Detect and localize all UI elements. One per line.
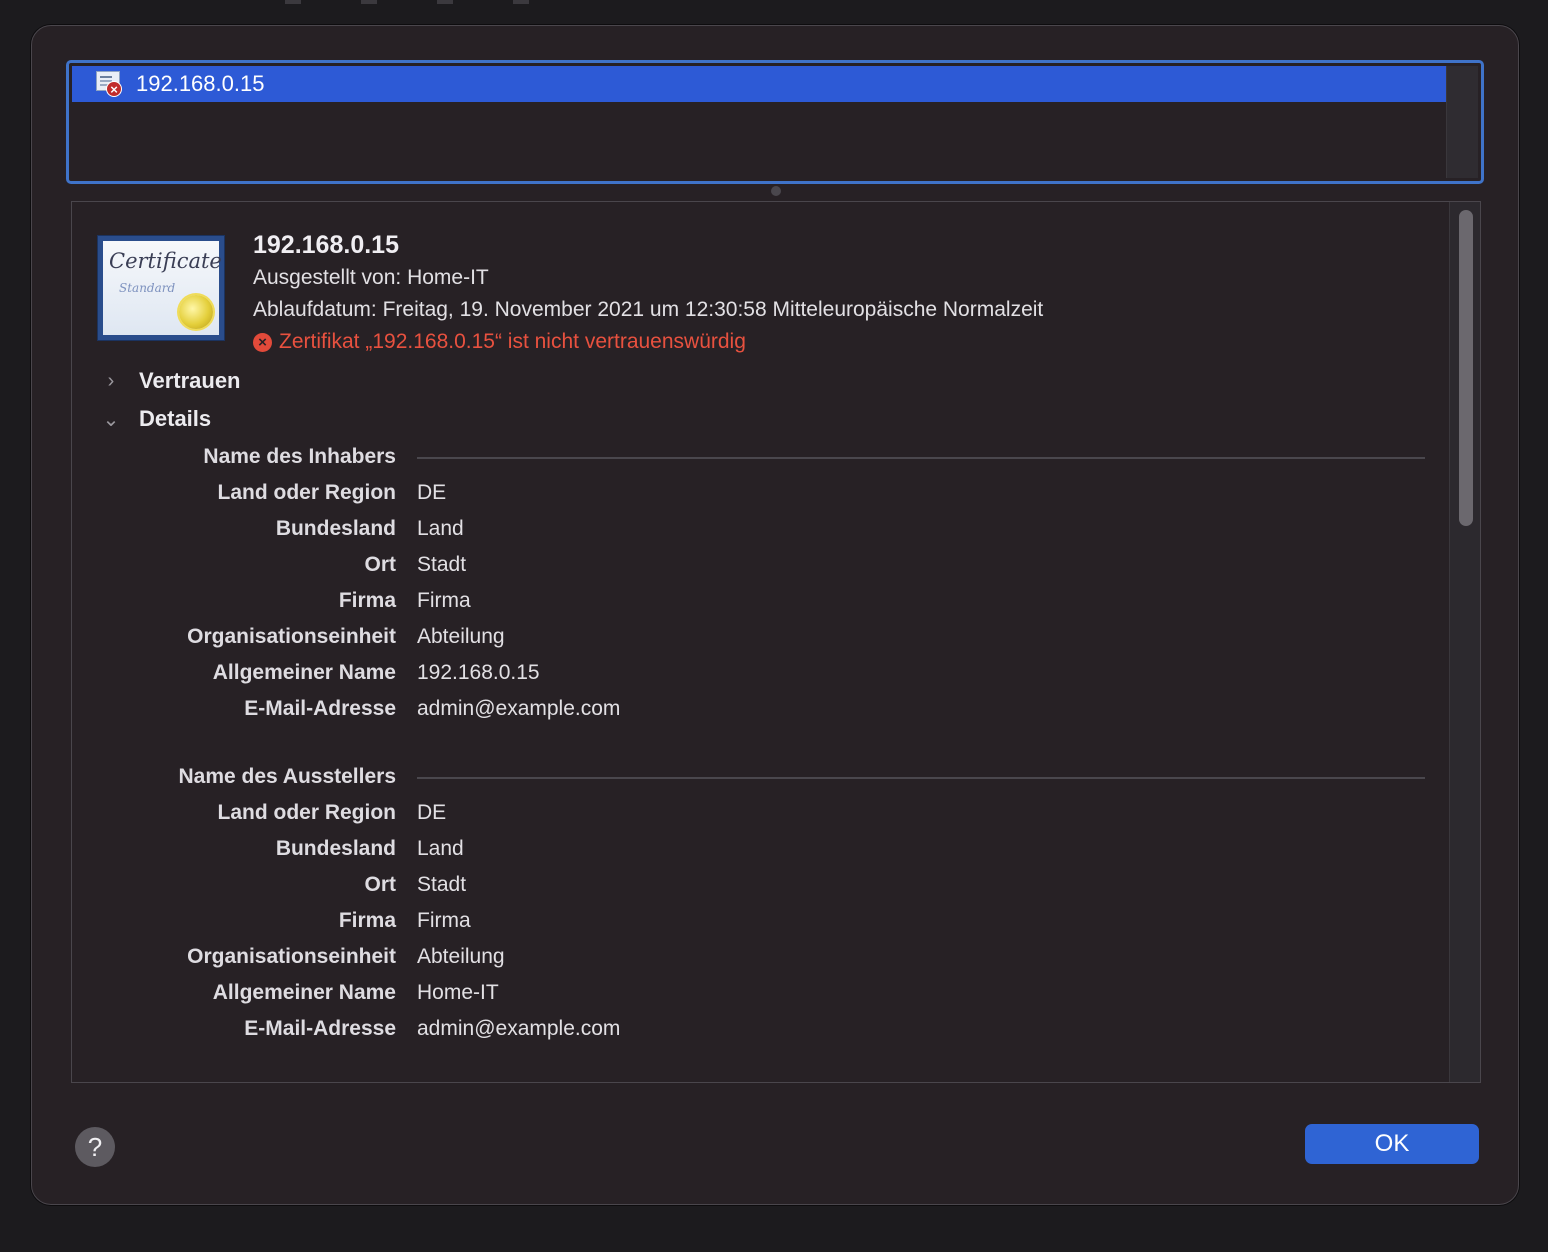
trust-label: Vertrauen bbox=[139, 368, 241, 393]
detail-row: E-Mail-Adresse admin@example.com bbox=[72, 691, 1452, 727]
error-x-icon: × bbox=[253, 332, 272, 352]
detail-key: Allgemeiner Name bbox=[212, 981, 396, 1004]
split-view-handle[interactable] bbox=[771, 186, 781, 196]
detail-key: E-Mail-Adresse bbox=[244, 697, 396, 720]
detail-key: Organisationseinheit bbox=[187, 945, 396, 968]
detail-row: Firma Firma bbox=[72, 903, 1452, 939]
certificate-list-scrollbar[interactable] bbox=[1446, 66, 1478, 178]
detail-row: Ort Stadt bbox=[72, 547, 1452, 583]
detail-row: Organisationseinheit Abteilung bbox=[72, 939, 1452, 975]
detail-key: Bundesland bbox=[275, 837, 396, 860]
detail-value: Land bbox=[417, 517, 464, 540]
certificate-icon: Certificate Standard bbox=[97, 235, 225, 341]
detail-value: 192.168.0.15 bbox=[417, 661, 540, 684]
detail-row: Land oder Region DE bbox=[72, 475, 1452, 511]
menubar-glyph bbox=[513, 0, 529, 4]
certificate-list-item[interactable]: × 192.168.0.15 bbox=[72, 66, 1448, 102]
detail-scrollbar-thumb[interactable] bbox=[1459, 210, 1473, 526]
subject-name-header: Name des Inhabers bbox=[72, 441, 1452, 473]
detail-key: Firma bbox=[338, 589, 396, 612]
certificate-icon-subtitle: Standard bbox=[119, 281, 176, 295]
trust-error: × Zertifikat „192.168.0.15“ ist nicht ve… bbox=[253, 326, 1043, 358]
certificate-header: 192.168.0.15 Ausgestellt von: Home-IT Ab… bbox=[253, 228, 1043, 358]
help-button[interactable]: ? bbox=[75, 1127, 115, 1167]
detail-row: Ort Stadt bbox=[72, 867, 1452, 903]
detail-row: Organisationseinheit Abteilung bbox=[72, 619, 1452, 655]
detail-row: Allgemeiner Name Home-IT bbox=[72, 975, 1452, 1011]
detail-value: Abteilung bbox=[417, 945, 505, 968]
detail-key: Ort bbox=[364, 553, 397, 576]
detail-value: admin@example.com bbox=[417, 1017, 621, 1040]
detail-key: Allgemeiner Name bbox=[212, 661, 396, 684]
detail-value: Home-IT bbox=[417, 981, 499, 1004]
detail-value: DE bbox=[417, 481, 447, 504]
detail-key: Land oder Region bbox=[217, 801, 397, 824]
detail-row: Land oder Region DE bbox=[72, 795, 1452, 831]
certificate-list-content: × 192.168.0.15 bbox=[72, 66, 1478, 178]
detail-value: Firma bbox=[417, 589, 471, 612]
detail-row: Bundesland Land bbox=[72, 511, 1452, 547]
detail-key: Ort bbox=[364, 873, 397, 896]
detail-value: Stadt bbox=[417, 553, 467, 576]
certificate-detail-panel: Certificate Standard 192.168.0.15 Ausges… bbox=[71, 201, 1481, 1083]
detail-scrollbar[interactable] bbox=[1449, 202, 1480, 1082]
seal-icon bbox=[179, 295, 213, 329]
certificate-error-icon: × bbox=[94, 69, 124, 99]
menubar-glyph bbox=[285, 0, 301, 4]
divider bbox=[417, 457, 1425, 459]
detail-row: E-Mail-Adresse admin@example.com bbox=[72, 1011, 1452, 1047]
details-label: Details bbox=[139, 406, 212, 431]
issued-by: Ausgestellt von: Home-IT bbox=[253, 266, 489, 289]
certificate-list[interactable]: × 192.168.0.15 bbox=[66, 60, 1484, 184]
chevron-right-icon: › bbox=[107, 369, 115, 392]
certificate-list-item-label: 192.168.0.15 bbox=[136, 71, 265, 96]
certificate-icon-title: Certificate bbox=[109, 249, 222, 273]
detail-value: Firma bbox=[417, 909, 471, 932]
menubar-glyph bbox=[361, 0, 377, 4]
detail-value: Stadt bbox=[417, 873, 467, 896]
trust-error-text: Zertifikat „192.168.0.15“ ist nicht vert… bbox=[279, 330, 746, 353]
issuer-name-header: Name des Ausstellers bbox=[72, 761, 1452, 793]
detail-value: Land bbox=[417, 837, 464, 860]
detail-row: Allgemeiner Name 192.168.0.15 bbox=[72, 655, 1452, 691]
section-title: Name des Ausstellers bbox=[178, 765, 397, 788]
detail-value: DE bbox=[417, 801, 447, 824]
details-disclosure[interactable]: ⌄ Details bbox=[100, 402, 212, 436]
detail-key: Land oder Region bbox=[217, 481, 397, 504]
certificate-dialog: × 192.168.0.15 Certificate Standard 192.… bbox=[31, 25, 1519, 1205]
detail-key: E-Mail-Adresse bbox=[244, 1017, 396, 1040]
detail-key: Organisationseinheit bbox=[187, 625, 396, 648]
detail-row: Bundesland Land bbox=[72, 831, 1452, 867]
expiry-date: Ablaufdatum: Freitag, 19. November 2021 … bbox=[253, 298, 1044, 321]
divider bbox=[417, 777, 1425, 779]
detail-row: Firma Firma bbox=[72, 583, 1452, 619]
detail-value: Abteilung bbox=[417, 625, 505, 648]
ok-button[interactable]: OK bbox=[1305, 1124, 1479, 1164]
menubar-glyph bbox=[437, 0, 453, 4]
certificate-name: 192.168.0.15 bbox=[253, 231, 399, 259]
chevron-down-icon: ⌄ bbox=[102, 408, 120, 431]
detail-key: Firma bbox=[338, 909, 396, 932]
detail-key: Bundesland bbox=[275, 517, 396, 540]
menubar-remnant bbox=[285, 0, 529, 6]
trust-disclosure[interactable]: › Vertrauen bbox=[100, 364, 241, 398]
detail-value: admin@example.com bbox=[417, 697, 621, 720]
section-title: Name des Inhabers bbox=[203, 445, 396, 468]
